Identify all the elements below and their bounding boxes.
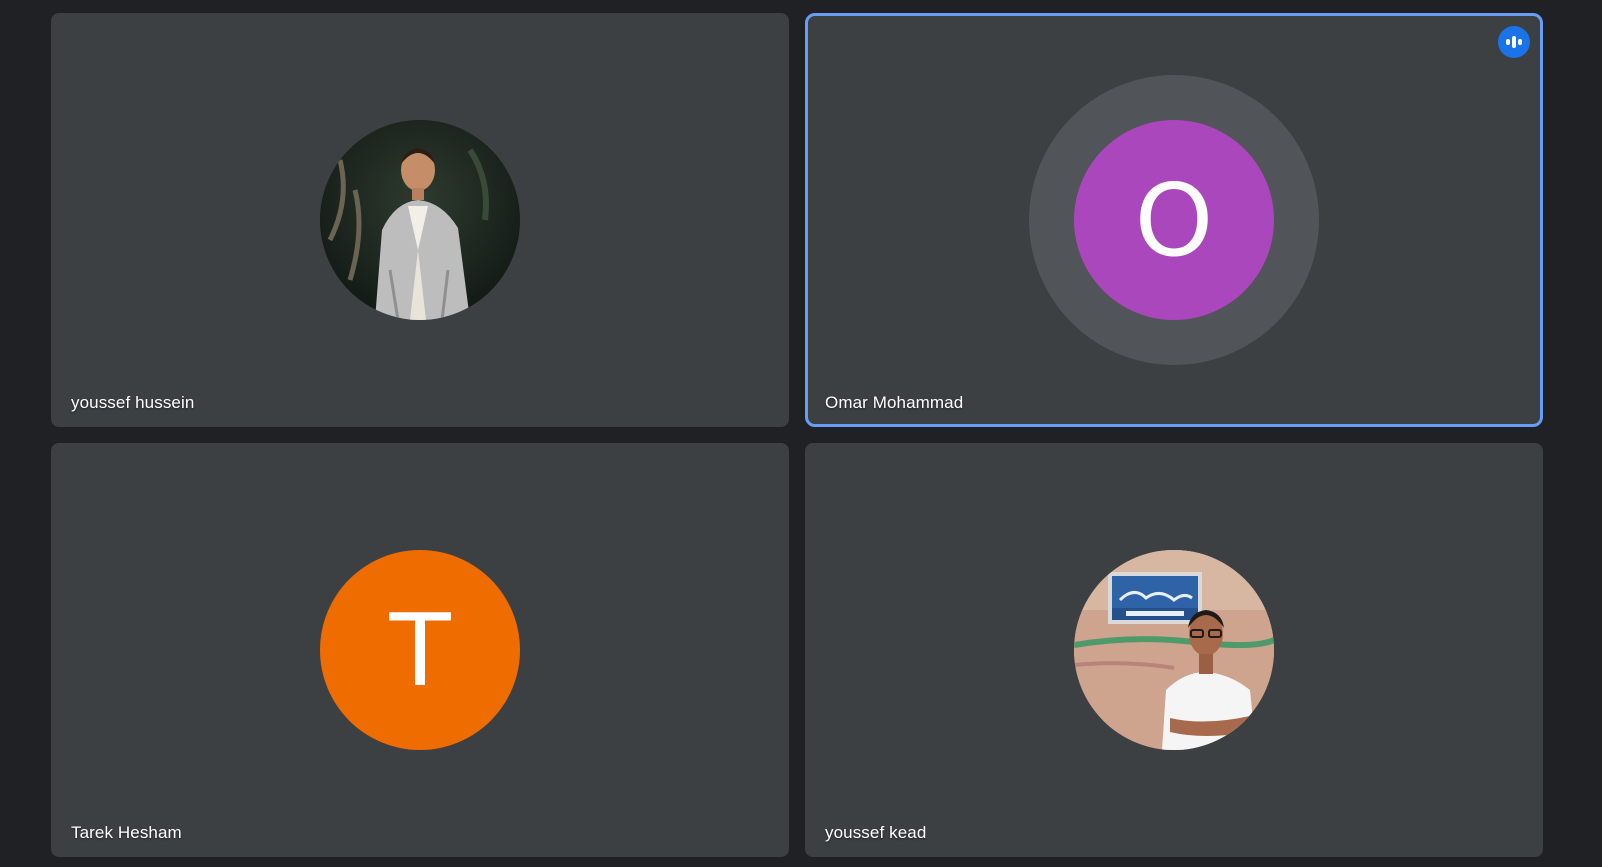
participant-tile-tarek-hesham[interactable]: T Tarek Hesham <box>51 443 789 857</box>
participant-tile-youssef-kead[interactable]: youssef kead <box>805 443 1543 857</box>
avatar-initial: O <box>1074 120 1274 320</box>
participant-name: youssef kead <box>825 823 927 842</box>
profile-photo-icon <box>320 120 520 320</box>
avatar-initial-letter: O <box>1134 161 1214 279</box>
participant-name: youssef hussein <box>71 393 195 412</box>
participant-name: Tarek Hesham <box>71 823 182 842</box>
profile-photo-icon <box>1074 550 1274 750</box>
avatar-initial: T <box>320 550 520 750</box>
participant-tile-youssef-hussein[interactable]: youssef hussein <box>51 13 789 427</box>
participant-name: Omar Mohammad <box>825 393 964 412</box>
avatar-initial-letter: T <box>389 591 451 709</box>
meeting-grid: youssef hussein O Omar Mohammad T Tarek … <box>0 0 1602 867</box>
participant-tile-omar-mohammad[interactable]: O Omar Mohammad <box>805 13 1543 427</box>
audio-level-icon <box>1498 26 1530 58</box>
